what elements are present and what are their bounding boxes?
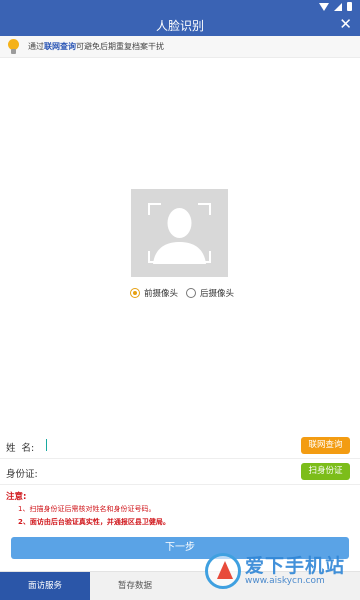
title-bar: 人脸识别 ✕ (0, 14, 360, 36)
camera-options: 前摄像头 后摄像头 (130, 287, 242, 299)
face-placeholder-icon (148, 203, 211, 264)
watermark: 爱下手机站 www.aiskycn.com (205, 551, 355, 597)
rear-camera-option[interactable]: 后摄像头 (186, 287, 234, 299)
notice-title: 注意: (6, 492, 27, 502)
tip-highlight: 联网查询 (44, 42, 76, 51)
rear-camera-radio[interactable] (186, 288, 197, 298)
close-icon[interactable]: ✕ (339, 16, 352, 32)
page-title: 人脸识别 (155, 19, 204, 33)
notice-line-1: 1、扫描身份证后需核对姓名和身份证号码。 (18, 505, 156, 513)
front-camera-option[interactable]: 前摄像头 (130, 287, 178, 299)
online-query-button[interactable]: 联网查询 (301, 437, 350, 454)
id-row: 身份证: 扫身份证 (0, 459, 360, 485)
lightbulb-icon (8, 39, 19, 55)
face-photo-area[interactable] (131, 189, 228, 277)
watermark-logo-icon (205, 553, 241, 589)
scan-id-button[interactable]: 扫身份证 (301, 463, 350, 480)
tab-visit-service[interactable]: 面访服务 (0, 572, 90, 600)
name-row: 姓 名: 联网查询 (0, 433, 360, 459)
signal-icon (334, 2, 342, 11)
tab-saved-data[interactable]: 暂存数据 (90, 572, 180, 600)
status-bar (0, 0, 360, 14)
wifi-icon (319, 2, 329, 11)
notice-line-2: 2、面访由后台验证真实性，并通报区县卫健局。 (18, 518, 170, 526)
rear-camera-label: 后摄像头 (200, 289, 235, 299)
text-caret (46, 439, 47, 451)
watermark-text: 爱下手机站 (245, 555, 346, 577)
watermark-url: www.aiskycn.com (245, 576, 325, 586)
battery-icon (347, 2, 352, 11)
tip-text: 通过联网查询可避免后期重复档案干扰 (28, 42, 164, 51)
name-input[interactable] (46, 437, 286, 455)
name-label: 姓 名: (6, 443, 35, 454)
id-input[interactable] (46, 463, 286, 481)
tip-banner: 通过联网查询可避免后期重复档案干扰 (0, 36, 360, 58)
front-camera-label: 前摄像头 (144, 289, 179, 299)
notice-section: 注意: 1、扫描身份证后需核对姓名和身份证号码。 2、面访由后台验证真实性，并通… (6, 490, 170, 526)
front-camera-radio[interactable] (130, 288, 140, 298)
id-label: 身份证: (6, 469, 38, 480)
